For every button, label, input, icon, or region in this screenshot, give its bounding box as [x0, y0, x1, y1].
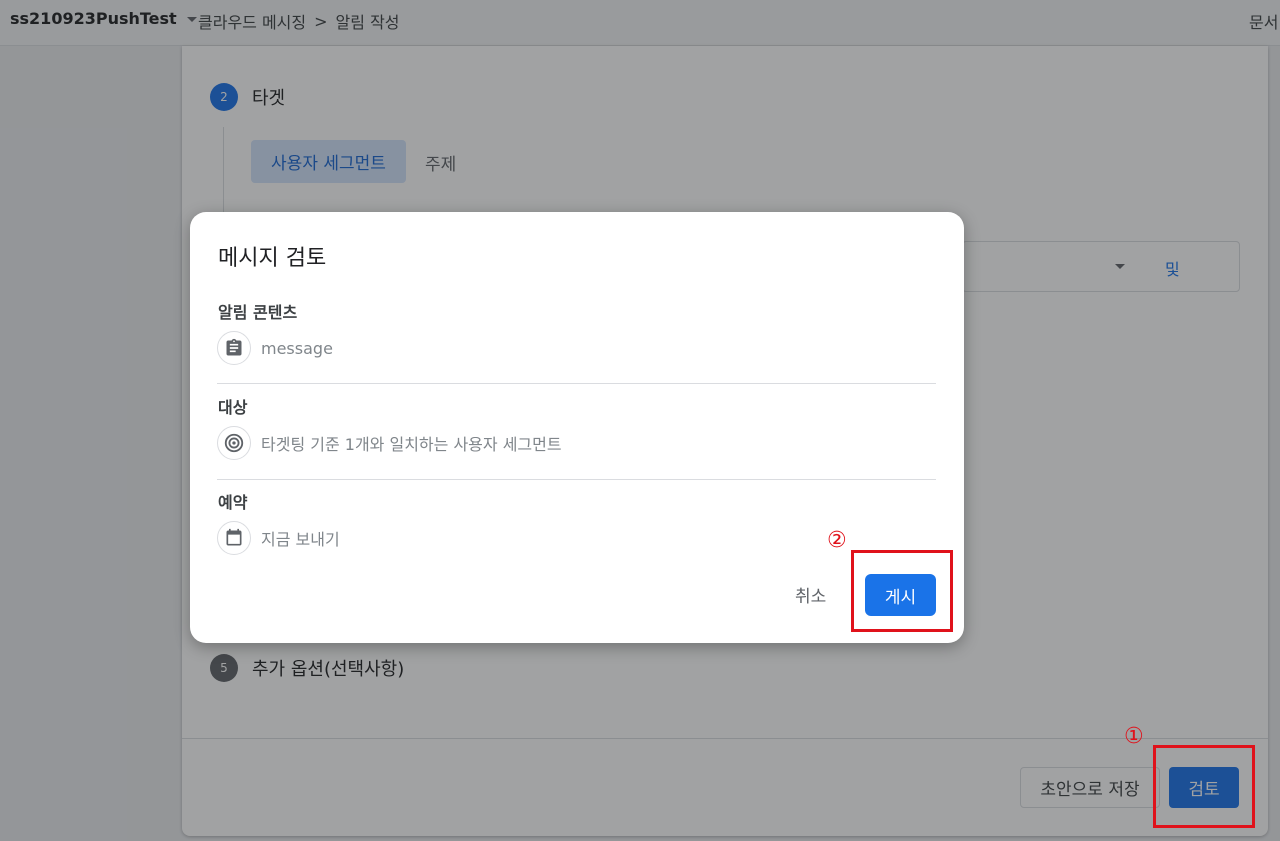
section-divider: [217, 479, 936, 480]
schedule-row: 지금 보내기: [217, 521, 340, 555]
section-label-notification-content: 알림 콘텐츠: [218, 303, 298, 322]
notification-content-value: message: [261, 338, 333, 358]
section-divider: [217, 383, 936, 384]
annotation-number-2: ②: [827, 528, 847, 553]
review-message-dialog: 메시지 검토 알림 콘텐츠 message 대상 타겟팅 기준 1개와 일치하는…: [190, 212, 964, 643]
annotation-box-publish: [851, 550, 953, 632]
notification-content-row: message: [217, 331, 333, 365]
section-label-target: 대상: [218, 398, 248, 417]
annotation-number-1: ①: [1124, 724, 1144, 749]
section-label-schedule: 예약: [218, 493, 248, 512]
schedule-value: 지금 보내기: [261, 530, 340, 549]
target-row: 타겟팅 기준 1개와 일치하는 사용자 세그먼트: [217, 426, 562, 460]
target-icon: [217, 426, 251, 460]
annotation-box-review: [1153, 745, 1255, 828]
calendar-icon: [217, 521, 251, 555]
target-value: 타겟팅 기준 1개와 일치하는 사용자 세그먼트: [261, 435, 562, 454]
clipboard-icon: [217, 331, 251, 365]
cancel-button[interactable]: 취소: [795, 582, 826, 607]
dialog-title: 메시지 검토: [218, 246, 327, 271]
